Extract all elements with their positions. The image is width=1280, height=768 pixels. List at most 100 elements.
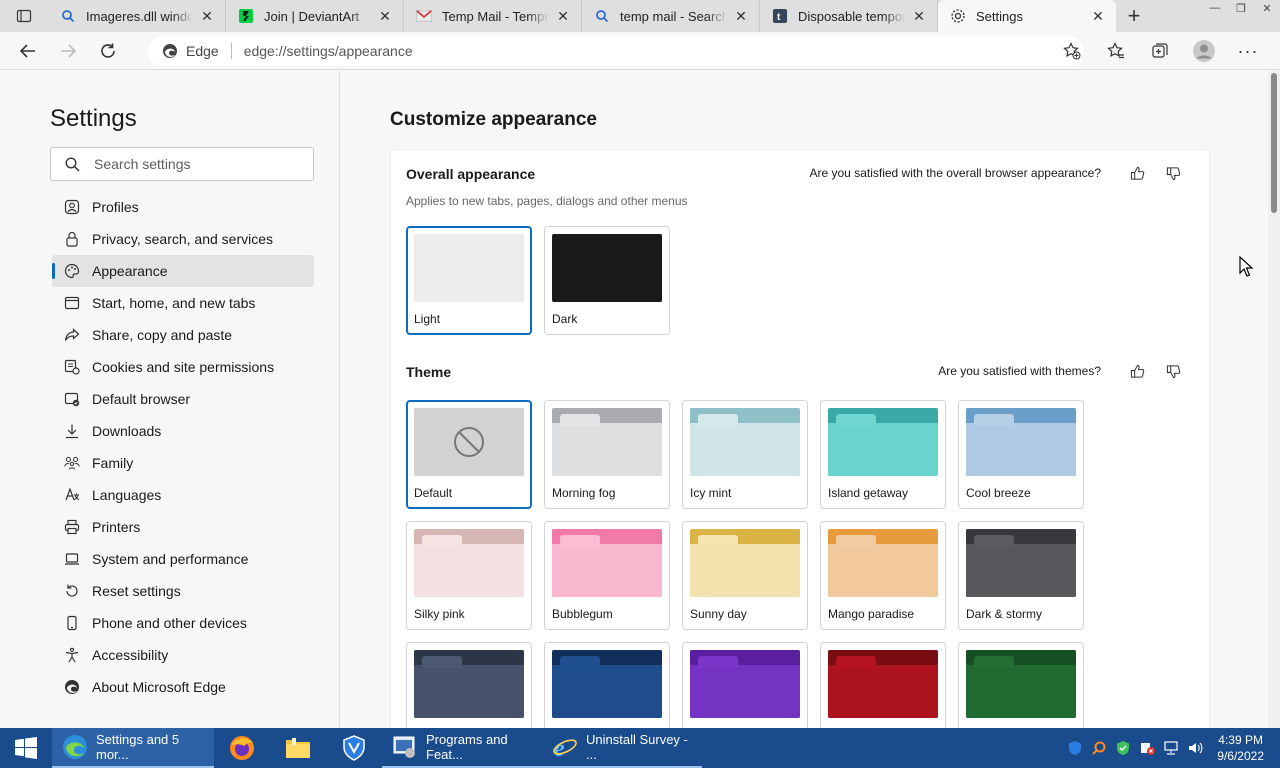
sidebar-item-family[interactable]: Family [52,447,314,479]
theme-body [690,423,800,476]
start-button[interactable] [0,728,52,768]
action-center-alert-icon[interactable] [1135,728,1159,768]
restore-icon[interactable]: ❐ [1228,0,1254,16]
search-settings-input[interactable] [94,156,294,172]
sidebar-item-system[interactable]: System and performance [52,543,314,575]
thumbs-down-icon[interactable] [1159,360,1187,382]
taskbar-item-explorer[interactable] [270,728,326,768]
sidebar-item-profiles[interactable]: Profiles [52,191,314,223]
network-icon[interactable] [1159,728,1183,768]
minimize-icon[interactable]: — [1202,0,1228,16]
theme-option[interactable]: Silky pink [406,521,532,630]
theme-swatch [690,529,800,597]
theme-option[interactable]: Sunny day [682,521,808,630]
theme-option[interactable]: Island getaway [820,400,946,509]
theme-tab-shape [836,414,876,426]
thumbs-up-icon[interactable] [1123,162,1151,184]
taskbar: Settings and 5 mor... Programs and Feat.… [0,728,1280,768]
scrollbar-thumb[interactable] [1271,73,1277,213]
browser-tab[interactable]: Temp Mail - Tempor ✕ [404,0,582,32]
theme-option[interactable]: Bubblegum [544,521,670,630]
theme-swatch [552,408,662,476]
sidebar-item-label: Phone and other devices [92,615,247,631]
close-window-icon[interactable]: ✕ [1254,0,1280,16]
browser-tab-active[interactable]: Settings ✕ [938,0,1116,32]
overall-appearance-subtitle: Applies to new tabs, pages, dialogs and … [406,194,688,208]
browser-tab[interactable]: t Disposable tempora ✕ [760,0,938,32]
theme-tab-shape [422,656,462,668]
page-scrollbar[interactable] [1268,71,1280,728]
favorites-button[interactable] [1094,35,1138,67]
theme-swatch [414,529,524,597]
theme-body [552,544,662,597]
collections-button[interactable] [1138,35,1182,67]
more-menu-button[interactable]: ··· [1226,35,1270,67]
sidebar-item-start-home[interactable]: Start, home, and new tabs [52,287,314,319]
sidebar-item-default-browser[interactable]: Default browser [52,383,314,415]
theme-option-label: Icy mint [690,486,732,500]
sidebar-item-reset[interactable]: Reset settings [52,575,314,607]
theme-option[interactable]: Dark & stormy [958,521,1084,630]
theme-option-label: Bubblegum [552,607,613,621]
theme-option[interactable]: Morning fog [544,400,670,509]
thumbs-down-icon[interactable] [1159,162,1187,184]
sidebar-item-label: Printers [92,519,141,535]
volume-icon[interactable] [1183,728,1207,768]
close-tab-icon[interactable]: ✕ [377,8,393,24]
tab-title: Join | DeviantArt [264,8,360,24]
appearance-option-light[interactable]: Light [406,226,532,335]
theme-body [966,423,1076,476]
edge-logo-icon [163,44,177,58]
sidebar-item-cookies[interactable]: Cookies and site permissions [52,351,314,383]
theme-option[interactable]: Default [406,400,532,509]
close-tab-icon[interactable]: ✕ [199,8,215,24]
sidebar-item-downloads[interactable]: Downloads [52,415,314,447]
taskbar-item-ie[interactable]: e Uninstall Survey - ... [542,728,702,768]
reset-icon [64,583,80,599]
sidebar-item-share[interactable]: Share, copy and paste [52,319,314,351]
theme-option-label: Sunny day [690,607,747,621]
appearance-option-dark[interactable]: Dark [544,226,670,335]
sidebar-item-label: Profiles [92,199,139,215]
sidebar-item-appearance[interactable]: Appearance [52,255,314,287]
taskbar-item-security[interactable] [326,728,382,768]
profile-button[interactable] [1182,35,1226,67]
taskbar-clock[interactable]: 4:39 PM 9/6/2022 [1207,732,1280,764]
thumbs-up-icon[interactable] [1123,360,1151,382]
sidebar-item-privacy[interactable]: Privacy, search, and services [52,223,314,255]
address-bar[interactable]: Edge edge://settings/appearance [148,36,1084,66]
new-tab-button[interactable]: + [1116,0,1152,32]
close-tab-icon[interactable]: ✕ [555,8,571,24]
sidebar-item-about[interactable]: About Microsoft Edge [52,671,314,703]
taskbar-item-edge[interactable]: Settings and 5 mor... [52,728,214,768]
back-button[interactable] [8,35,48,67]
taskbar-item-firefox[interactable] [214,728,270,768]
close-tab-icon[interactable]: ✕ [733,8,749,24]
search-tray-icon[interactable] [1087,728,1111,768]
favorites-icon [1107,42,1124,59]
sidebar-item-printers[interactable]: Printers [52,511,314,543]
close-tab-icon[interactable]: ✕ [911,8,927,24]
appearance-swatch [414,234,524,302]
close-tab-icon[interactable]: ✕ [1090,8,1106,24]
toolbar-right: ··· [1050,32,1270,70]
sidebar-item-phone[interactable]: Phone and other devices [52,607,314,639]
shield-check-tray-icon[interactable] [1111,728,1135,768]
tab-actions-button[interactable] [0,0,48,32]
taskbar-item-programs[interactable]: Programs and Feat... [382,728,542,768]
browser-tab[interactable]: Join | DeviantArt ✕ [226,0,404,32]
browser-tab[interactable]: Imageres.dll window ✕ [48,0,226,32]
search-box[interactable] [50,147,314,181]
refresh-button[interactable] [88,35,128,67]
add-favorite-button[interactable] [1050,35,1094,67]
forward-button[interactable] [48,35,88,67]
defender-tray-icon[interactable] [1063,728,1087,768]
browser-tab[interactable]: temp mail - Search ✕ [582,0,760,32]
theme-option[interactable]: Mango paradise [820,521,946,630]
sidebar-item-languages[interactable]: Languages [52,479,314,511]
overall-appearance-title: Overall appearance [406,166,536,182]
sidebar-item-accessibility[interactable]: Accessibility [52,639,314,671]
theme-option[interactable]: Icy mint [682,400,808,509]
theme-option[interactable]: Cool breeze [958,400,1084,509]
sidebar-item-label: Privacy, search, and services [92,231,274,247]
